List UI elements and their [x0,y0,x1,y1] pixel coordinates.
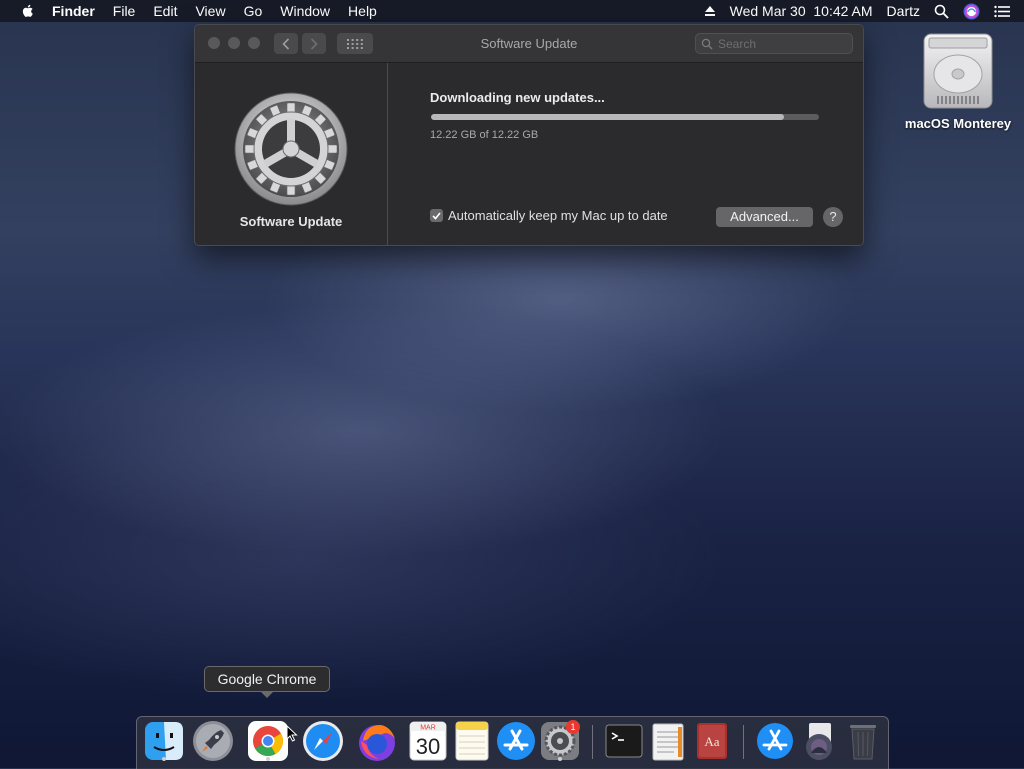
menu-go[interactable]: Go [244,3,263,19]
safari-compass-icon [303,721,343,761]
dictionary-text: Aa [704,734,719,749]
auto-update-checkbox[interactable] [430,209,443,222]
dock-calendar[interactable]: MAR 30 [406,719,450,763]
trash-icon [850,725,876,760]
dock-launchpad[interactable] [191,719,235,763]
tooltip-text: Google Chrome [217,671,317,687]
siri-icon[interactable] [963,3,980,20]
menu-help[interactable]: Help [348,3,377,19]
dock-firefox[interactable] [355,719,399,763]
dock-applications-folder[interactable] [753,719,797,763]
dock-app-store[interactable] [494,719,538,763]
help-button[interactable]: ? [823,207,843,227]
left-pane: Software Update [195,63,387,245]
pane-divider [387,63,388,245]
menu-bar: Finder File Edit View Go Window Help Wed… [0,0,1024,22]
download-size: 12.22 GB of 12.22 GB [430,129,539,141]
software-update-window: Software Update Search Software Update D… [194,24,864,246]
dock-system-preferences[interactable]: 1 [538,719,582,763]
menu-view[interactable]: View [195,3,225,19]
app-store-icon [497,722,535,760]
auto-update-row[interactable]: Automatically keep my Mac up to date [430,208,668,223]
tooltip-arrow [260,691,274,698]
notification-badge: 1 [566,720,580,734]
calendar-icon: MAR 30 [409,721,447,761]
download-progress-bar [431,114,819,120]
spotlight-search-icon[interactable] [934,4,949,19]
dock-separator [743,725,744,759]
textedit-icon [652,723,684,761]
notes-icon [455,721,489,761]
checkmark-icon [432,211,441,220]
calendar-day: 30 [416,734,440,759]
dock-separator [592,725,593,759]
dock-dictionary[interactable]: Aa [690,719,734,763]
auto-update-label[interactable]: Automatically keep my Mac up to date [448,208,668,223]
running-indicator [266,757,270,761]
dock: MAR 30 1 Aa [136,716,889,769]
apple-icon[interactable] [20,3,36,19]
calendar-month: MAR [420,725,436,732]
running-indicator [162,757,166,761]
advanced-button[interactable]: Advanced... [716,207,813,227]
search-icon [701,38,713,50]
dock-google-chrome[interactable] [246,719,290,763]
search-field[interactable]: Search [695,33,853,54]
software-update-gear-icon [233,91,349,207]
desktop-drive-icon[interactable]: macOS Monterey [898,30,1018,131]
control-menu-icon[interactable] [994,5,1010,18]
dock-downloads-stack[interactable] [797,719,841,763]
menu-finder[interactable]: Finder [52,3,95,19]
desktop-drive-label: macOS Monterey [904,116,1012,131]
menu-edit[interactable]: Edit [153,3,177,19]
running-indicator [558,757,562,761]
eject-icon[interactable] [704,5,716,17]
launchpad-rocket-icon [193,721,233,761]
firefox-icon [359,725,395,761]
dock-terminal[interactable] [602,719,646,763]
download-status: Downloading new updates... [430,90,605,105]
dock-tooltip: Google Chrome [204,666,330,698]
progress-fill [431,114,785,120]
hard-drive-icon [923,33,993,109]
menu-window[interactable]: Window [280,3,330,19]
dock-textedit[interactable] [646,719,690,763]
search-placeholder: Search [718,37,757,51]
dock-notes[interactable] [450,719,494,763]
menubar-clock[interactable]: Wed Mar 30 10:42 AM [730,3,873,19]
dock-trash[interactable] [841,719,885,763]
mouse-cursor-icon [286,725,298,742]
menu-file[interactable]: File [113,3,136,19]
window-titlebar[interactable]: Software Update Search [195,25,863,63]
terminal-icon [605,724,643,758]
applications-folder-icon [757,723,793,759]
dictionary-book-icon: Aa [697,723,727,759]
dock-safari[interactable] [301,719,345,763]
downloads-stack-icon [806,723,832,760]
dock-finder[interactable] [142,719,186,763]
menubar-user[interactable]: Dartz [887,3,920,19]
pane-name: Software Update [239,214,343,229]
